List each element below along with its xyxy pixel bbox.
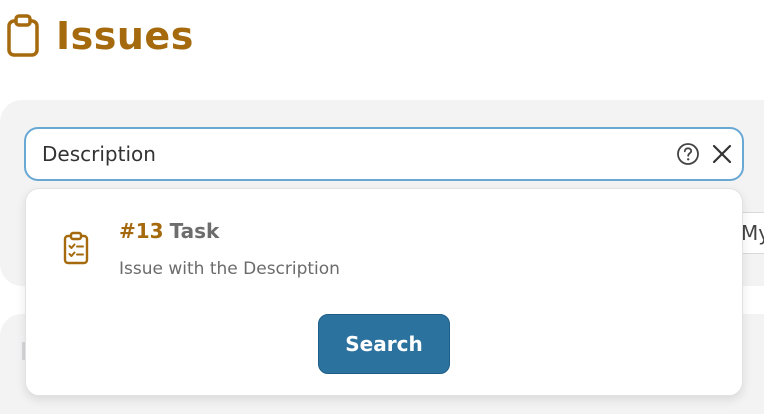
result-description: Issue with the Description bbox=[119, 259, 340, 279]
clipboard-check-icon bbox=[63, 231, 89, 265]
page-header: Issues bbox=[6, 12, 194, 60]
help-circle-icon[interactable] bbox=[676, 142, 700, 166]
search-field[interactable] bbox=[24, 127, 744, 181]
result-title: #13 Task bbox=[119, 219, 219, 243]
search-input[interactable] bbox=[42, 129, 662, 179]
search-button[interactable]: Search bbox=[318, 314, 450, 374]
issues-page: Issues My bbox=[0, 0, 764, 414]
search-result-item[interactable]: #13 Task Issue with the Description bbox=[26, 205, 742, 295]
my-filter-label: My bbox=[741, 221, 764, 245]
clipboard-icon bbox=[6, 14, 40, 58]
page-title: Issues bbox=[56, 14, 194, 58]
search-suggestions-dropdown: #13 Task Issue with the Description Searc… bbox=[25, 188, 743, 396]
close-icon[interactable] bbox=[709, 141, 735, 167]
result-type: Task bbox=[169, 219, 220, 243]
result-number: #13 bbox=[119, 219, 164, 243]
